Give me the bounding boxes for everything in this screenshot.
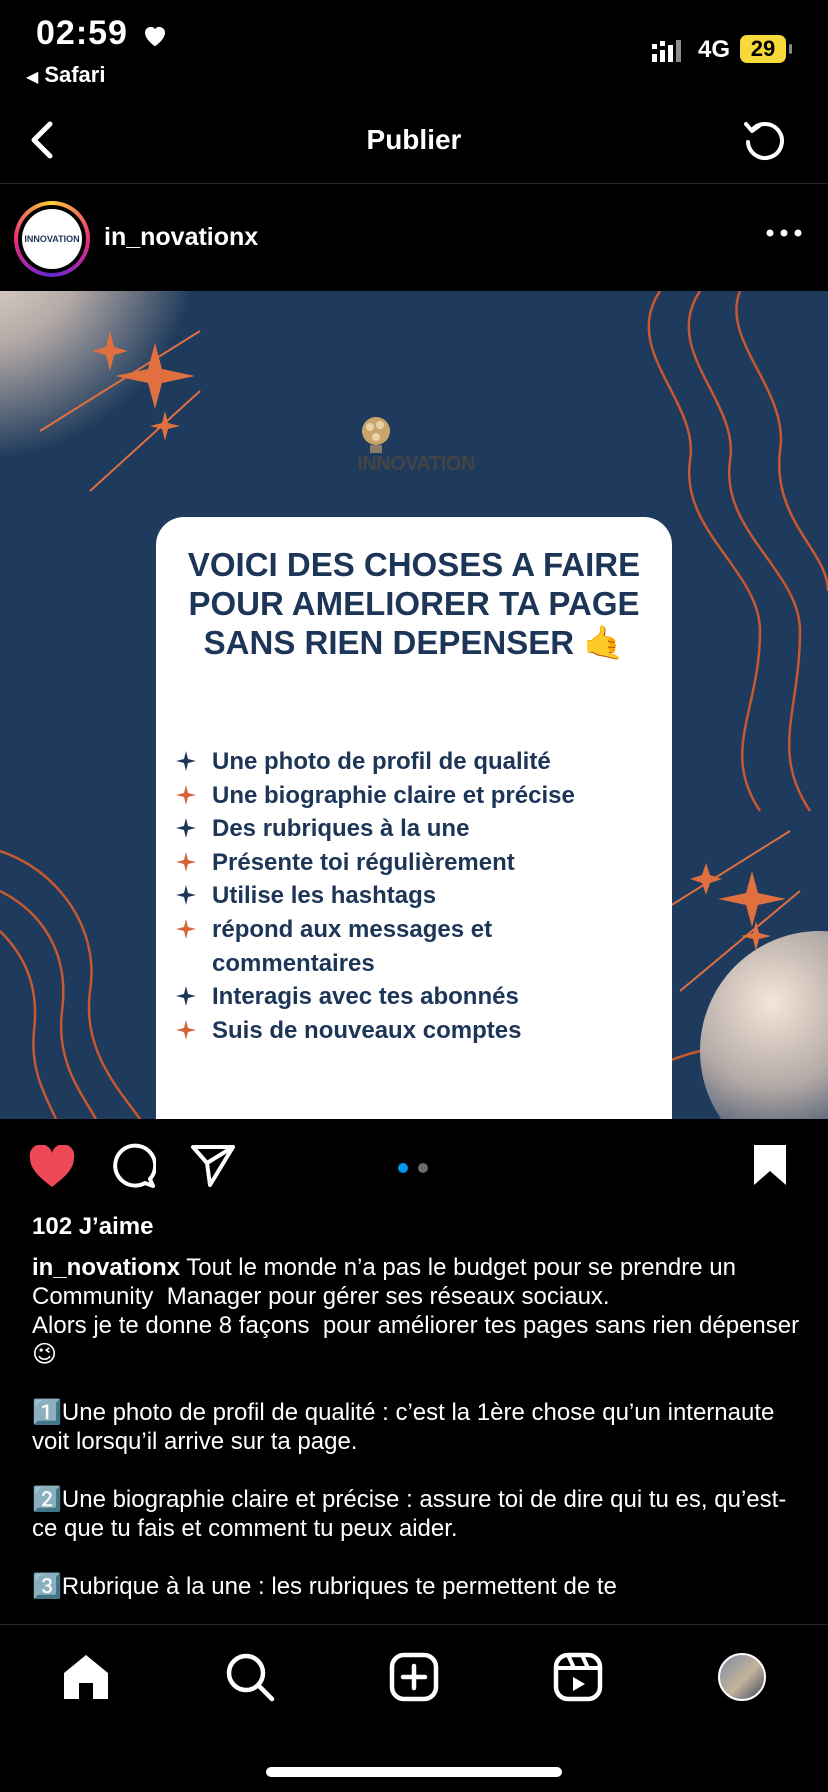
share-send-icon[interactable] bbox=[190, 1143, 236, 1187]
caption-username[interactable]: in_novationx bbox=[32, 1254, 180, 1281]
sparkle-bullet-icon bbox=[176, 885, 196, 906]
caption: in_novationx Tout le monde n’a pas le bu… bbox=[32, 1253, 802, 1601]
tip-text: Utilise les hashtags bbox=[212, 882, 437, 910]
post-image[interactable]: INNOVATION VOICI DES CHOSES A FAIRE POUR… bbox=[0, 291, 828, 1119]
carousel-dot-active bbox=[398, 1163, 408, 1173]
bookmark-icon[interactable] bbox=[752, 1143, 788, 1187]
refresh-icon[interactable] bbox=[740, 116, 788, 164]
sparkle-bullet-icon bbox=[176, 1019, 196, 1040]
content-card: VOICI DES CHOSES A FAIRE POUR AMELIORER … bbox=[156, 517, 672, 1119]
page-title: Publier bbox=[366, 124, 462, 155]
tip-item: répond aux messages et commentaires bbox=[176, 913, 656, 980]
tip-text: Une photo de profil de qualité bbox=[212, 748, 551, 775]
like-count[interactable]: 102 J’aime bbox=[32, 1213, 153, 1241]
carousel-indicator bbox=[398, 1163, 430, 1173]
tip-item: Une photo de profil de qualité bbox=[176, 745, 656, 779]
tip-item: Suis de nouveaux comptes bbox=[176, 1014, 656, 1048]
brand-bulb-icon bbox=[362, 417, 390, 453]
battery-icon: 29 bbox=[740, 35, 792, 63]
tip-item: Des rubriques à la une bbox=[176, 812, 656, 846]
status-bar: 02:59 ◀ Safari 4G 29 bbox=[0, 0, 828, 100]
card-title: VOICI DES CHOSES A FAIRE POUR AMELIORER … bbox=[187, 546, 641, 661]
caption-text: Tout le monde n’a pas le budget pour se … bbox=[32, 1254, 800, 1600]
signal-icon bbox=[652, 40, 681, 62]
sparkle-bullet-icon bbox=[176, 751, 196, 771]
tip-text: Interagis avec tes abonnés bbox=[212, 983, 519, 1011]
tip-text: Suis de nouveaux comptes bbox=[212, 1016, 522, 1044]
post-username[interactable]: in_novationx bbox=[104, 223, 258, 252]
tips-list: Une photo de profil de qualité Une biogra… bbox=[176, 745, 656, 1047]
top-nav: Publier bbox=[0, 100, 828, 184]
heart-like-icon[interactable] bbox=[28, 1145, 76, 1189]
profile-avatar[interactable] bbox=[718, 1653, 766, 1701]
back-app-label: Safari bbox=[44, 62, 106, 87]
tip-text: Des rubriques à la une bbox=[212, 815, 470, 843]
more-options-icon[interactable] bbox=[766, 225, 802, 241]
back-to-app[interactable]: ◀ Safari bbox=[26, 62, 105, 88]
sparkle-bullet-icon bbox=[176, 851, 196, 872]
sparkle-bullet-icon bbox=[176, 818, 196, 839]
tip-text: Présente toi régulièrement bbox=[212, 848, 515, 876]
post-actions bbox=[0, 1119, 828, 1215]
search-icon[interactable] bbox=[224, 1651, 276, 1703]
brand-logo-text: INNOVATION bbox=[357, 453, 475, 475]
status-time: 02:59 bbox=[36, 14, 128, 52]
network-type: 4G bbox=[698, 36, 731, 63]
tip-text: Une biographie claire et précise bbox=[212, 781, 575, 809]
home-indicator bbox=[266, 1767, 562, 1777]
home-icon[interactable] bbox=[60, 1651, 112, 1703]
sparkle-bullet-icon bbox=[176, 784, 196, 805]
tip-item: Interagis avec tes abonnés bbox=[176, 980, 656, 1014]
tip-text: répond aux messages et commentaires bbox=[212, 915, 493, 977]
reels-icon[interactable] bbox=[552, 1651, 604, 1703]
create-icon[interactable] bbox=[388, 1651, 440, 1703]
tip-item: Une biographie claire et précise bbox=[176, 779, 656, 813]
comment-icon[interactable] bbox=[110, 1143, 156, 1189]
sparkle-bullet-icon bbox=[176, 918, 196, 939]
post-header: INNOVATION in_novationx bbox=[0, 185, 828, 291]
avatar-logo-text: INNOVATION bbox=[22, 209, 82, 269]
avatar[interactable]: INNOVATION bbox=[14, 201, 90, 277]
bottom-tab-bar bbox=[0, 1624, 828, 1792]
caption-area: in_novationx Tout le monde n’a pas le bu… bbox=[0, 1250, 828, 1624]
tip-item: Présente toi régulièrement bbox=[176, 846, 656, 880]
thumbs-up-emoji-icon: 🤙 bbox=[583, 624, 625, 661]
carousel-dot bbox=[418, 1163, 428, 1173]
tip-item: Utilise les hashtags bbox=[176, 879, 656, 913]
heart-status-icon bbox=[145, 26, 165, 47]
sparkle-bullet-icon bbox=[176, 986, 196, 1007]
